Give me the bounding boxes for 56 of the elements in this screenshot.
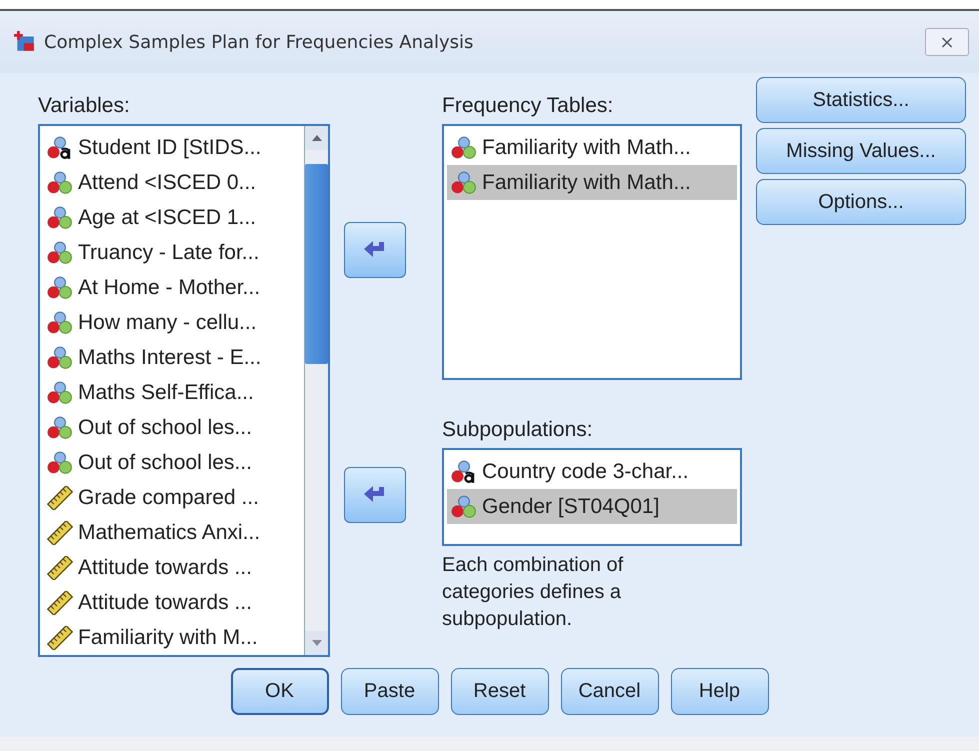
nominal-icon (47, 276, 73, 300)
app-icon (14, 31, 36, 53)
list-item[interactable]: Grade compared ... (43, 480, 301, 515)
list-item[interactable]: Attitude towards ... (43, 550, 301, 585)
variables-list[interactable] (38, 124, 330, 657)
move-button[interactable] (344, 467, 406, 523)
nominal-icon (451, 136, 477, 160)
frequency-tables-list[interactable]: Familiarity with Math... Familiarity with Math... (442, 124, 742, 380)
list-item[interactable]: Maths Interest - E... (43, 340, 301, 375)
nominal-icon (451, 494, 477, 518)
dialog-button[interactable]: Paste (340, 668, 438, 715)
nominal-icon (451, 170, 477, 194)
list-item[interactable]: Attitude towards ... (43, 585, 301, 620)
dialog-button[interactable]: Statistics... (756, 77, 966, 123)
dialog-button[interactable]: Missing Values... (756, 128, 966, 174)
list-item[interactable]: Attend <ISCED 0... (43, 165, 301, 200)
list-item[interactable]: Familiarity with Math... (447, 165, 737, 200)
subpopulations-list[interactable]: Country code 3-char... Gender [ST04Q01] (442, 448, 742, 546)
frequency-tables-label: Frequency Tables: (442, 93, 614, 118)
nominal-icon (47, 206, 73, 230)
list-item[interactable]: Mathematics Anxi... (43, 515, 301, 550)
nominal-icon (47, 170, 73, 194)
nominal-icon (47, 380, 73, 404)
nominal-icon (47, 450, 73, 474)
list-item[interactable]: Out of school les... (43, 445, 301, 480)
scroll-down-icon[interactable] (312, 640, 322, 646)
nominal-icon (47, 240, 73, 264)
list-item[interactable]: Student ID [StIDS... (43, 130, 301, 165)
hint-text: Each combination of categories defines a subpopulation. (442, 553, 624, 632)
dialog-button[interactable]: OK (230, 668, 328, 715)
scrollbar[interactable] (304, 126, 328, 655)
list-item[interactable]: At Home - Mother... (43, 270, 301, 305)
list-item[interactable]: Maths Self-Effica... (43, 375, 301, 410)
dialog-button[interactable]: Cancel (560, 668, 658, 715)
scroll-up-icon[interactable] (312, 135, 322, 141)
string-nominal-icon (47, 136, 73, 160)
nominal-icon (47, 310, 73, 334)
nominal-icon (47, 416, 73, 440)
nominal-icon (47, 346, 73, 370)
move-button[interactable] (344, 222, 406, 278)
list-item[interactable]: Familiarity with M... (43, 620, 301, 655)
subpopulations-label: Subpopulations: (442, 417, 594, 442)
list-item[interactable]: Out of school les... (43, 410, 301, 445)
list-item[interactable]: Gender [ST04Q01] (447, 489, 737, 524)
dialog-button[interactable]: Options... (756, 179, 966, 225)
close-button[interactable]: ⨯ (925, 28, 969, 56)
string-nominal-icon (451, 460, 477, 484)
list-item[interactable]: Truancy - Late for... (43, 235, 301, 270)
list-item[interactable]: Age at <ISCED 1... (43, 200, 301, 235)
variables-label: Variables: (38, 93, 131, 118)
list-item[interactable]: Familiarity with Math... (447, 130, 737, 165)
window-title: Complex Samples Plan for Frequencies Analysis (44, 32, 474, 52)
dialog-button[interactable]: Help (670, 668, 768, 715)
list-item[interactable]: Country code 3-char... (447, 454, 737, 489)
dialog-button[interactable]: Reset (450, 668, 548, 715)
list-item[interactable]: How many - cellu... (43, 305, 301, 340)
